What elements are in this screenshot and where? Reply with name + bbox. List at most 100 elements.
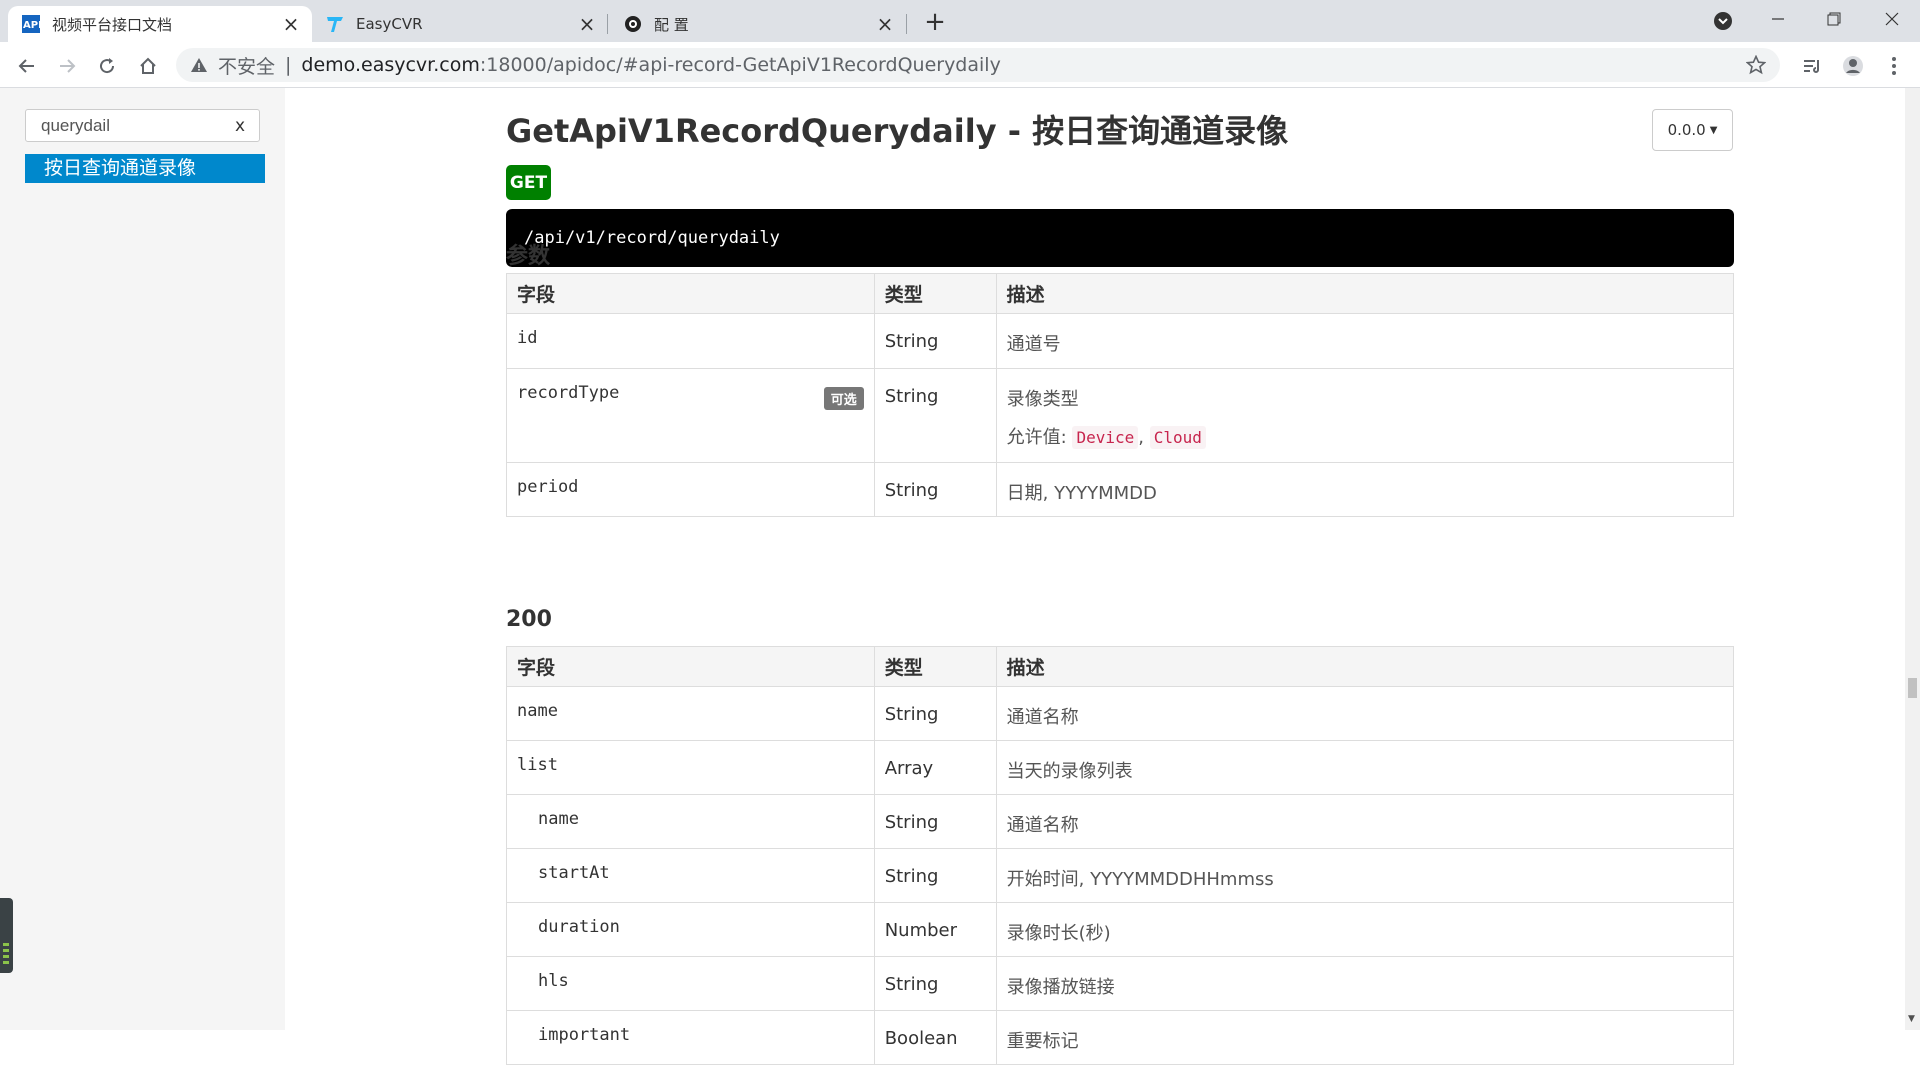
svg-text:API: API	[23, 20, 40, 31]
table-header-row: 字段 类型 描述	[506, 646, 1735, 687]
reload-icon[interactable]	[91, 50, 123, 82]
col-header-type: 类型	[873, 273, 997, 314]
tab-close-icon[interactable]: ×	[576, 13, 598, 35]
response-desc: 当天的录像列表	[995, 740, 1735, 795]
url-path: :18000/apidoc/#api-record-GetApiV1Record…	[479, 54, 1001, 76]
tab-title: EasyCVR	[356, 15, 423, 33]
tab-close-icon[interactable]: ×	[874, 13, 896, 35]
page-viewport: querydail x 按日查询通道录像 GetApiV1RecordQuery…	[0, 88, 1920, 1065]
table-row: name String 通道名称	[506, 686, 1735, 741]
param-field: recordType	[517, 383, 620, 403]
scroll-down-arrow-icon[interactable]: ▼	[1908, 1014, 1915, 1024]
reading-list-icon[interactable]	[1800, 54, 1824, 78]
response-field: important	[506, 1010, 875, 1065]
param-type: String	[873, 368, 997, 463]
api-search-input[interactable]: querydail x	[25, 109, 260, 142]
response-field: name	[506, 686, 875, 741]
restore-icon[interactable]	[1811, 0, 1857, 38]
param-type: String	[873, 313, 997, 369]
response-desc: 重要标记	[995, 1010, 1735, 1065]
tab-strip: API 视频平台接口文档 × EasyCVR × 配 置 × +	[0, 0, 1920, 42]
minimize-icon[interactable]	[1755, 0, 1801, 38]
response-field: hls	[506, 956, 875, 1011]
tab-config[interactable]: 配 置 ×	[610, 6, 906, 42]
response-type: Number	[873, 902, 997, 957]
optional-badge: 可选	[823, 387, 864, 410]
back-arrow-icon[interactable]	[11, 50, 43, 82]
response-type: Boolean	[873, 1010, 997, 1065]
response-desc: 开始时间, YYYYMMDDHHmmss	[995, 848, 1735, 903]
response-desc: 通道名称	[995, 794, 1735, 849]
sidebar-item-querydaily[interactable]: 按日查询通道录像	[25, 154, 265, 183]
indicator-bar	[3, 949, 9, 952]
response-desc: 录像播放链接	[995, 956, 1735, 1011]
param-field-cell: recordType 可选	[506, 368, 875, 463]
page-scrollbar[interactable]: ▼	[1905, 88, 1920, 1030]
param-field: period	[506, 462, 875, 517]
scroll-thumb[interactable]	[1908, 678, 1917, 698]
col-header-desc: 描述	[995, 646, 1735, 687]
table-row: important Boolean 重要标记	[506, 1010, 1735, 1065]
col-header-desc: 描述	[995, 273, 1735, 314]
http-method-badge: GET	[506, 165, 551, 200]
col-header-field: 字段	[506, 273, 875, 314]
param-type: String	[873, 462, 997, 517]
tab-title: 配 置	[654, 15, 689, 34]
camera-icon	[624, 15, 642, 33]
response-table: 字段 类型 描述 name String 通道名称 list Array 当天的…	[506, 646, 1735, 1065]
insecure-label: 不安全	[218, 55, 276, 78]
version-label: 0.0.0	[1667, 121, 1706, 139]
params-heading: 参数	[506, 244, 551, 269]
home-icon[interactable]	[132, 50, 164, 82]
allowed-label: 允许值:	[1006, 427, 1067, 448]
bookmark-star-icon[interactable]	[1746, 55, 1766, 75]
search-value: querydail	[41, 116, 110, 135]
clear-search-button[interactable]: x	[235, 116, 245, 136]
version-dropdown[interactable]: 0.0.0 ▼	[1652, 109, 1733, 151]
response-heading: 200	[506, 607, 552, 632]
new-tab-plus-icon[interactable]: +	[920, 8, 950, 38]
response-type: String	[873, 956, 997, 1011]
tab-search-icon[interactable]	[1700, 2, 1746, 40]
tab-close-icon[interactable]: ×	[280, 13, 302, 35]
forward-arrow-icon[interactable]	[51, 50, 83, 82]
table-row: hls String 录像播放链接	[506, 956, 1735, 1011]
table-row: id String 通道号	[506, 313, 1735, 369]
side-widget-handle[interactable]	[0, 898, 13, 973]
table-row: duration Number 录像时长(秒)	[506, 902, 1735, 957]
col-header-type: 类型	[873, 646, 997, 687]
table-header-row: 字段 类型 描述	[506, 273, 1735, 314]
param-field: id	[506, 313, 875, 369]
url-host: demo.easycvr.com	[301, 54, 480, 76]
allowed-values: 允许值: Device, Cloud	[1007, 423, 1723, 449]
response-desc: 录像时长(秒)	[995, 902, 1735, 957]
more-menu-icon[interactable]	[1882, 54, 1906, 78]
endpoint-path: /api/v1/record/querydaily	[506, 209, 1734, 267]
response-type: String	[873, 794, 997, 849]
response-desc: 通道名称	[995, 686, 1735, 741]
table-row: list Array 当天的录像列表	[506, 740, 1735, 795]
caret-down-icon: ▼	[1709, 124, 1718, 136]
table-row: startAt String 开始时间, YYYYMMDDHHmmss	[506, 848, 1735, 903]
response-field: name	[506, 794, 875, 849]
warning-triangle-icon	[191, 58, 207, 72]
api-favicon-icon: API	[22, 15, 40, 33]
response-field: startAt	[506, 848, 875, 903]
address-divider: |	[285, 54, 292, 76]
param-desc-cell: 录像类型 允许值: Device, Cloud	[995, 368, 1735, 463]
tab-apidoc[interactable]: API 视频平台接口文档 ×	[8, 6, 312, 42]
table-row: period String 日期, YYYYMMDD	[506, 462, 1735, 517]
close-window-icon[interactable]	[1869, 0, 1915, 38]
table-row: name String 通道名称	[506, 794, 1735, 849]
response-type: Array	[873, 740, 997, 795]
api-sidebar: querydail x 按日查询通道录像	[0, 88, 285, 1030]
profile-avatar-icon[interactable]	[1841, 54, 1865, 78]
param-desc: 通道号	[995, 313, 1735, 369]
table-row: recordType 可选 String 录像类型 允许值: Device, C…	[506, 368, 1735, 463]
tab-divider	[906, 14, 907, 34]
tab-title: 视频平台接口文档	[52, 15, 173, 34]
response-type: String	[873, 686, 997, 741]
allowed-value: Device	[1072, 426, 1139, 449]
tab-easycvr[interactable]: EasyCVR ×	[312, 6, 608, 42]
address-bar[interactable]: 不安全 | demo.easycvr.com:18000/apidoc/#api…	[176, 48, 1780, 82]
